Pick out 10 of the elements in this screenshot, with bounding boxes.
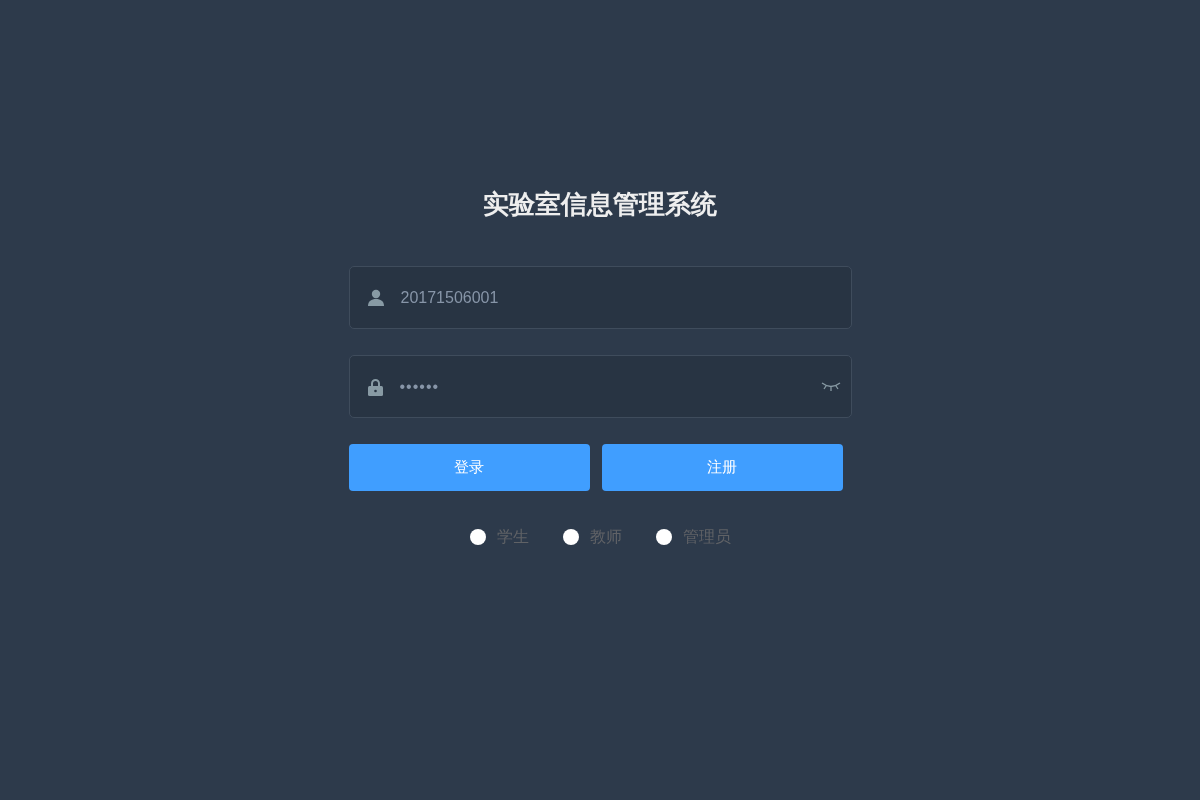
- password-field[interactable]: ••••••: [348, 355, 852, 418]
- user-icon: [366, 288, 385, 307]
- password-value: ••••••: [399, 376, 441, 397]
- closed-eye-icon[interactable]: [820, 380, 841, 393]
- action-button[interactable]: 注册: [601, 444, 843, 491]
- page-title: 实验室信息管理系统: [483, 188, 717, 221]
- lock-icon: [366, 377, 384, 396]
- username-field[interactable]: 20171506001: [348, 266, 852, 329]
- action-button[interactable]: 登录: [348, 444, 590, 491]
- username-value: 20171506001: [400, 287, 500, 308]
